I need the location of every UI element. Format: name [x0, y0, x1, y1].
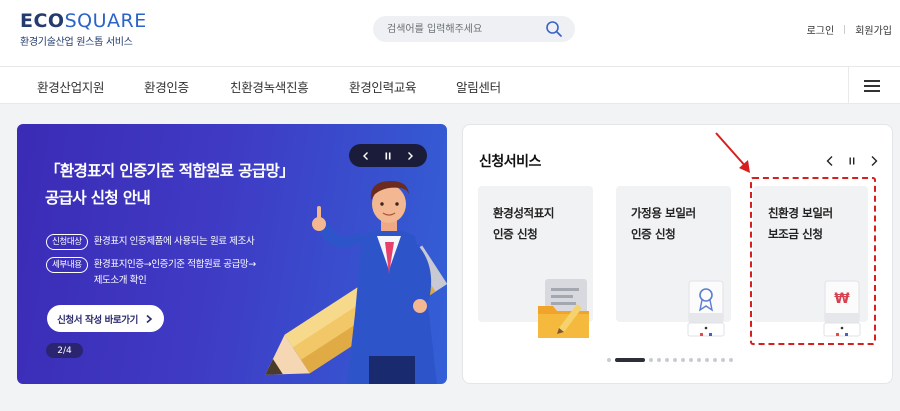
banner-controls [349, 144, 427, 167]
chevron-left-icon[interactable] [824, 152, 836, 171]
pagination-dot[interactable] [697, 358, 701, 362]
pagination-dot[interactable] [665, 358, 669, 362]
banner-title: 「환경표지 인증기준 적합원료 공급망」 공급사 신청 안내 [45, 158, 295, 212]
chevron-right-icon[interactable] [868, 152, 880, 171]
logo-square-text: SQUARE [64, 10, 147, 32]
red-arrow-annotation [715, 132, 750, 173]
pagination-dot[interactable] [705, 358, 709, 362]
hamburger-icon[interactable] [848, 67, 900, 104]
banner-title-line1: 「환경표지 인증기준 적합원료 공급망」 [45, 162, 295, 180]
logo-eco-text: ECO [20, 10, 65, 32]
boiler-certificate-icon [687, 280, 725, 337]
pause-icon[interactable] [846, 152, 858, 171]
search-bar [373, 16, 575, 42]
signup-link[interactable]: 회원가입 [855, 22, 892, 37]
divider [844, 25, 846, 34]
services-title: 신청서비스 [479, 154, 541, 170]
banner-detail-row: 신청대상 환경표지 인증제품에 사용되는 원료 제조사 [46, 234, 255, 250]
service-card-home-boiler[interactable]: 가정용 보일러 인증 신청 [616, 186, 731, 337]
pagination-dot[interactable] [615, 358, 645, 362]
pagination-dot[interactable] [607, 358, 611, 362]
banner-tag: 신청대상 [46, 234, 88, 250]
application-form-button-label: 신청서 작성 바로가기 [57, 314, 138, 326]
nav-item-green-promotion[interactable]: 친환경녹색진흥 [230, 77, 309, 96]
pagination-dot[interactable] [673, 358, 677, 362]
login-link[interactable]: 로그인 [807, 22, 835, 37]
nav-item-notice-center[interactable]: 알림센터 [456, 77, 501, 96]
pause-icon[interactable] [381, 149, 395, 163]
banner-detail-text: 환경표지 인증제품에 사용되는 원료 제조사 [93, 236, 255, 247]
application-form-button[interactable]: 신청서 작성 바로가기 [47, 305, 164, 332]
site-header: ECOSQUARE 환경기술산업 원스톱 서비스 로그인 회원가입 [0, 0, 900, 66]
pagination-dot[interactable] [689, 358, 693, 362]
chevron-right-icon [146, 314, 153, 323]
promo-banner[interactable]: 「환경표지 인증기준 적합원료 공급망」 공급사 신청 안내 신청대상 환경표지… [17, 124, 447, 384]
banner-detail-row: 세부내용 환경표지인증→인증기준 적합원료 공급망→ 제도소개 확인 [46, 257, 256, 289]
utility-links: 로그인 회원가입 [807, 22, 892, 37]
services-carousel-controls [824, 152, 880, 171]
document-pencil-icon [538, 279, 589, 338]
service-card-eco-label[interactable]: 환경성적표지 인증 신청 [478, 186, 593, 338]
main-nav: 환경산업지원 환경인증 친환경녹색진흥 환경인력교육 알림센터 [0, 66, 900, 104]
pagination-dot[interactable] [721, 358, 725, 362]
service-card-label: 가정용 보일러 인증 신청 [631, 206, 696, 241]
nav-item-industry-support[interactable]: 환경산업지원 [37, 77, 105, 96]
service-card-label: 환경성적표지 인증 신청 [493, 206, 555, 241]
banner-page-indicator: 2/4 [46, 343, 83, 358]
search-input[interactable] [387, 16, 537, 42]
pagination-dot[interactable] [729, 358, 733, 362]
banner-title-line2: 공급사 신청 안내 [45, 189, 151, 207]
banner-detail-text: 환경표지인증→인증기준 적합원료 공급망→ [93, 259, 257, 270]
logo-subtitle: 환경기술산업 원스톱 서비스 [20, 37, 133, 48]
search-icon[interactable] [545, 20, 563, 38]
pagination-dot[interactable] [681, 358, 685, 362]
nav-item-certification[interactable]: 환경인증 [144, 77, 189, 96]
banner-tag: 세부내용 [46, 257, 88, 273]
chevron-left-icon[interactable] [359, 149, 373, 163]
pagination-dot[interactable] [713, 358, 717, 362]
pagination-dot[interactable] [649, 358, 653, 362]
pagination-dot[interactable] [657, 358, 661, 362]
site-logo[interactable]: ECOSQUARE 환경기술산업 원스톱 서비스 [20, 10, 147, 48]
chevron-right-icon[interactable] [403, 149, 417, 163]
nav-item-education[interactable]: 환경인력교육 [349, 77, 417, 96]
carousel-pagination [607, 358, 733, 362]
banner-detail-text-2: 제도소개 확인 [93, 275, 147, 286]
dashed-highlight-box [750, 177, 876, 345]
